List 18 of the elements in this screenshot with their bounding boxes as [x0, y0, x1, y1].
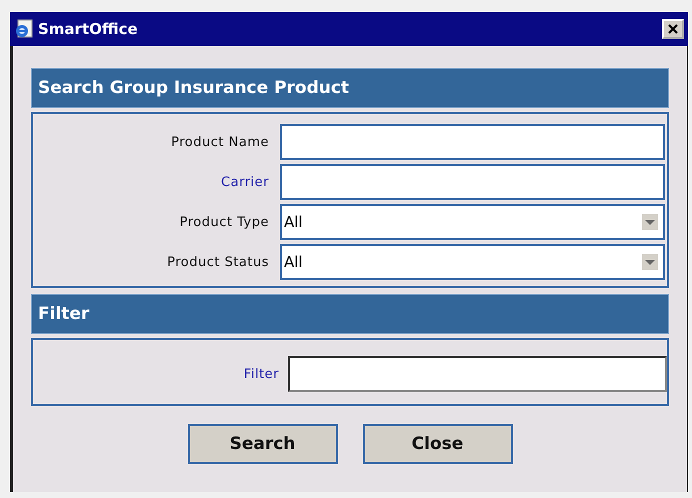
field-label-link[interactable]: Carrier — [33, 174, 269, 190]
field-label: Product Name — [170, 134, 269, 150]
dialog-button[interactable]: Search — [188, 424, 338, 464]
dropdown-field[interactable]: All — [280, 244, 665, 280]
window-title: SmartOffice — [38, 20, 139, 38]
dropdown-field[interactable]: All — [280, 204, 665, 240]
close-icon — [667, 23, 679, 35]
field-label-link[interactable]: Filter — [33, 366, 279, 382]
filter-input-field[interactable] — [288, 356, 667, 392]
browser-logo-icon — [14, 19, 34, 39]
section-header: Search Group Insurance Product — [31, 68, 669, 108]
field-label: Product Status — [166, 254, 269, 270]
section-header: Filter — [31, 294, 669, 334]
close-button[interactable] — [662, 19, 684, 39]
dialog-button[interactable]: Close — [362, 424, 512, 464]
field-label: Product Type — [178, 214, 269, 230]
text-input-field[interactable] — [280, 164, 665, 200]
text-input-field[interactable] — [280, 124, 665, 160]
